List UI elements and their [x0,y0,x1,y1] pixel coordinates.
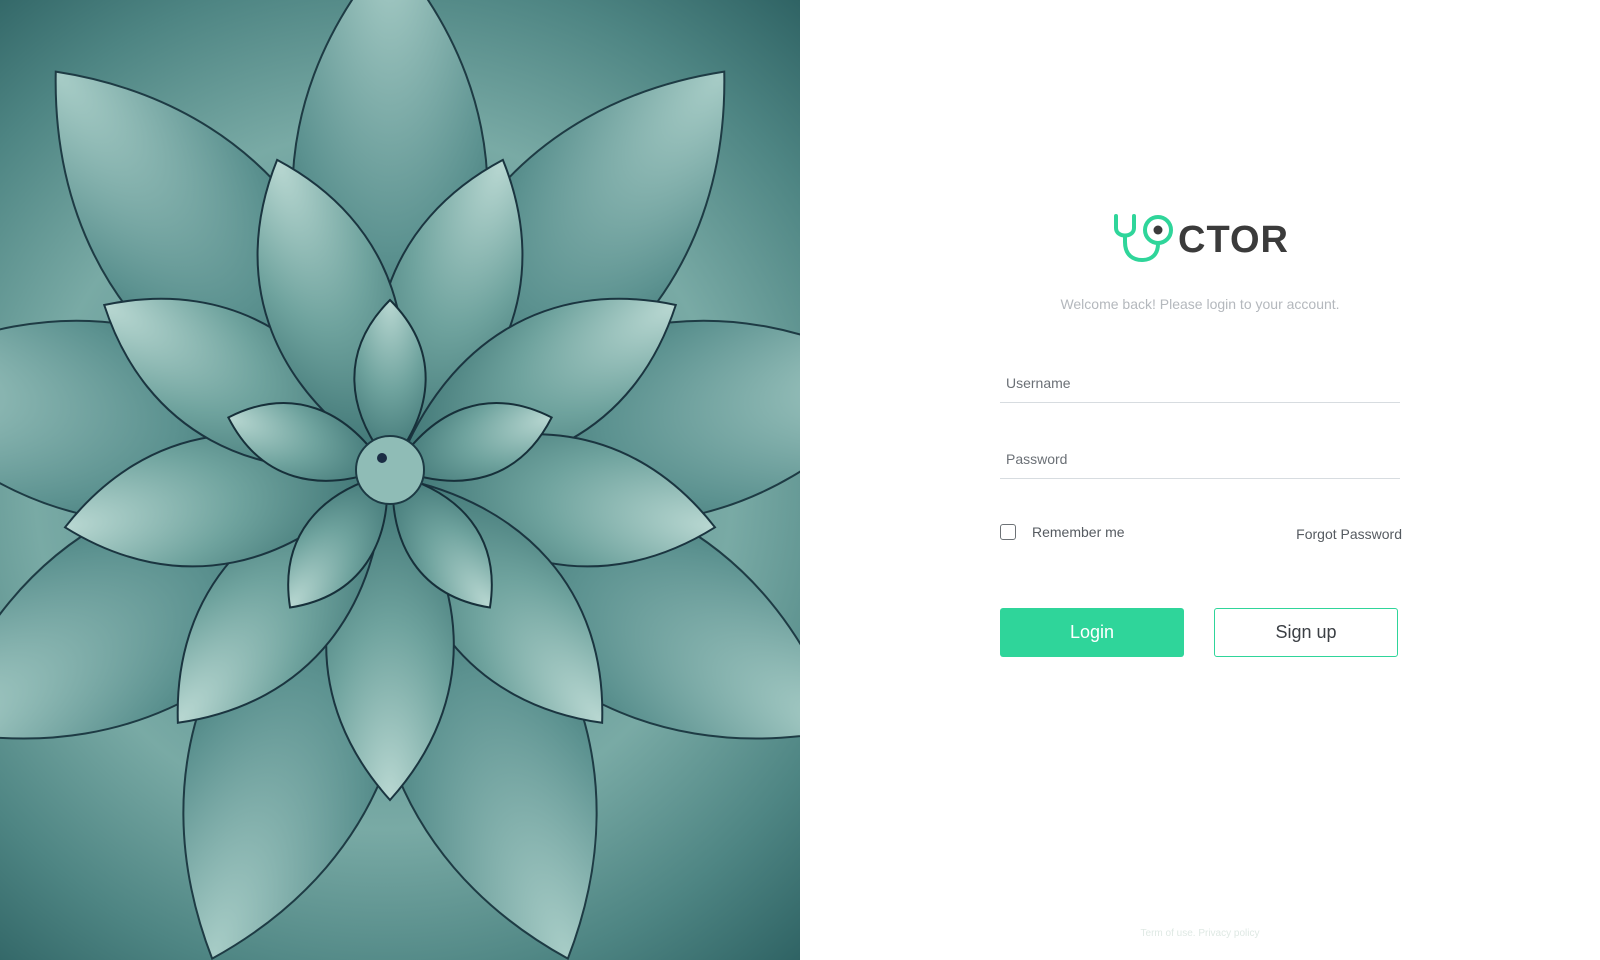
remember-me-checkbox[interactable] [1000,524,1016,540]
login-button[interactable]: Login [1000,608,1184,657]
username-input[interactable] [1000,363,1400,403]
forgot-password-link[interactable]: Forgot Password [1296,526,1402,542]
remember-me-toggle[interactable]: Remember me [1000,524,1125,540]
privacy-link[interactable]: Privacy policy [1198,928,1259,939]
agave-plant-photo [0,0,800,960]
login-panel: CTOR Welcome back! Please login to your … [800,0,1600,960]
remember-me-label: Remember me [1032,524,1125,540]
welcome-text: Welcome back! Please login to your accou… [1060,296,1340,312]
password-input[interactable] [1000,439,1400,479]
terms-link[interactable]: Term of use. [1141,928,1196,939]
brand-logo: CTOR [1112,212,1292,268]
footer-links: Term of use. Privacy policy [800,928,1600,939]
login-page: CTOR Welcome back! Please login to your … [0,0,1600,960]
signup-button[interactable]: Sign up [1214,608,1398,657]
brand-name: CTOR [1178,219,1289,261]
stethoscope-icon [1112,212,1176,269]
